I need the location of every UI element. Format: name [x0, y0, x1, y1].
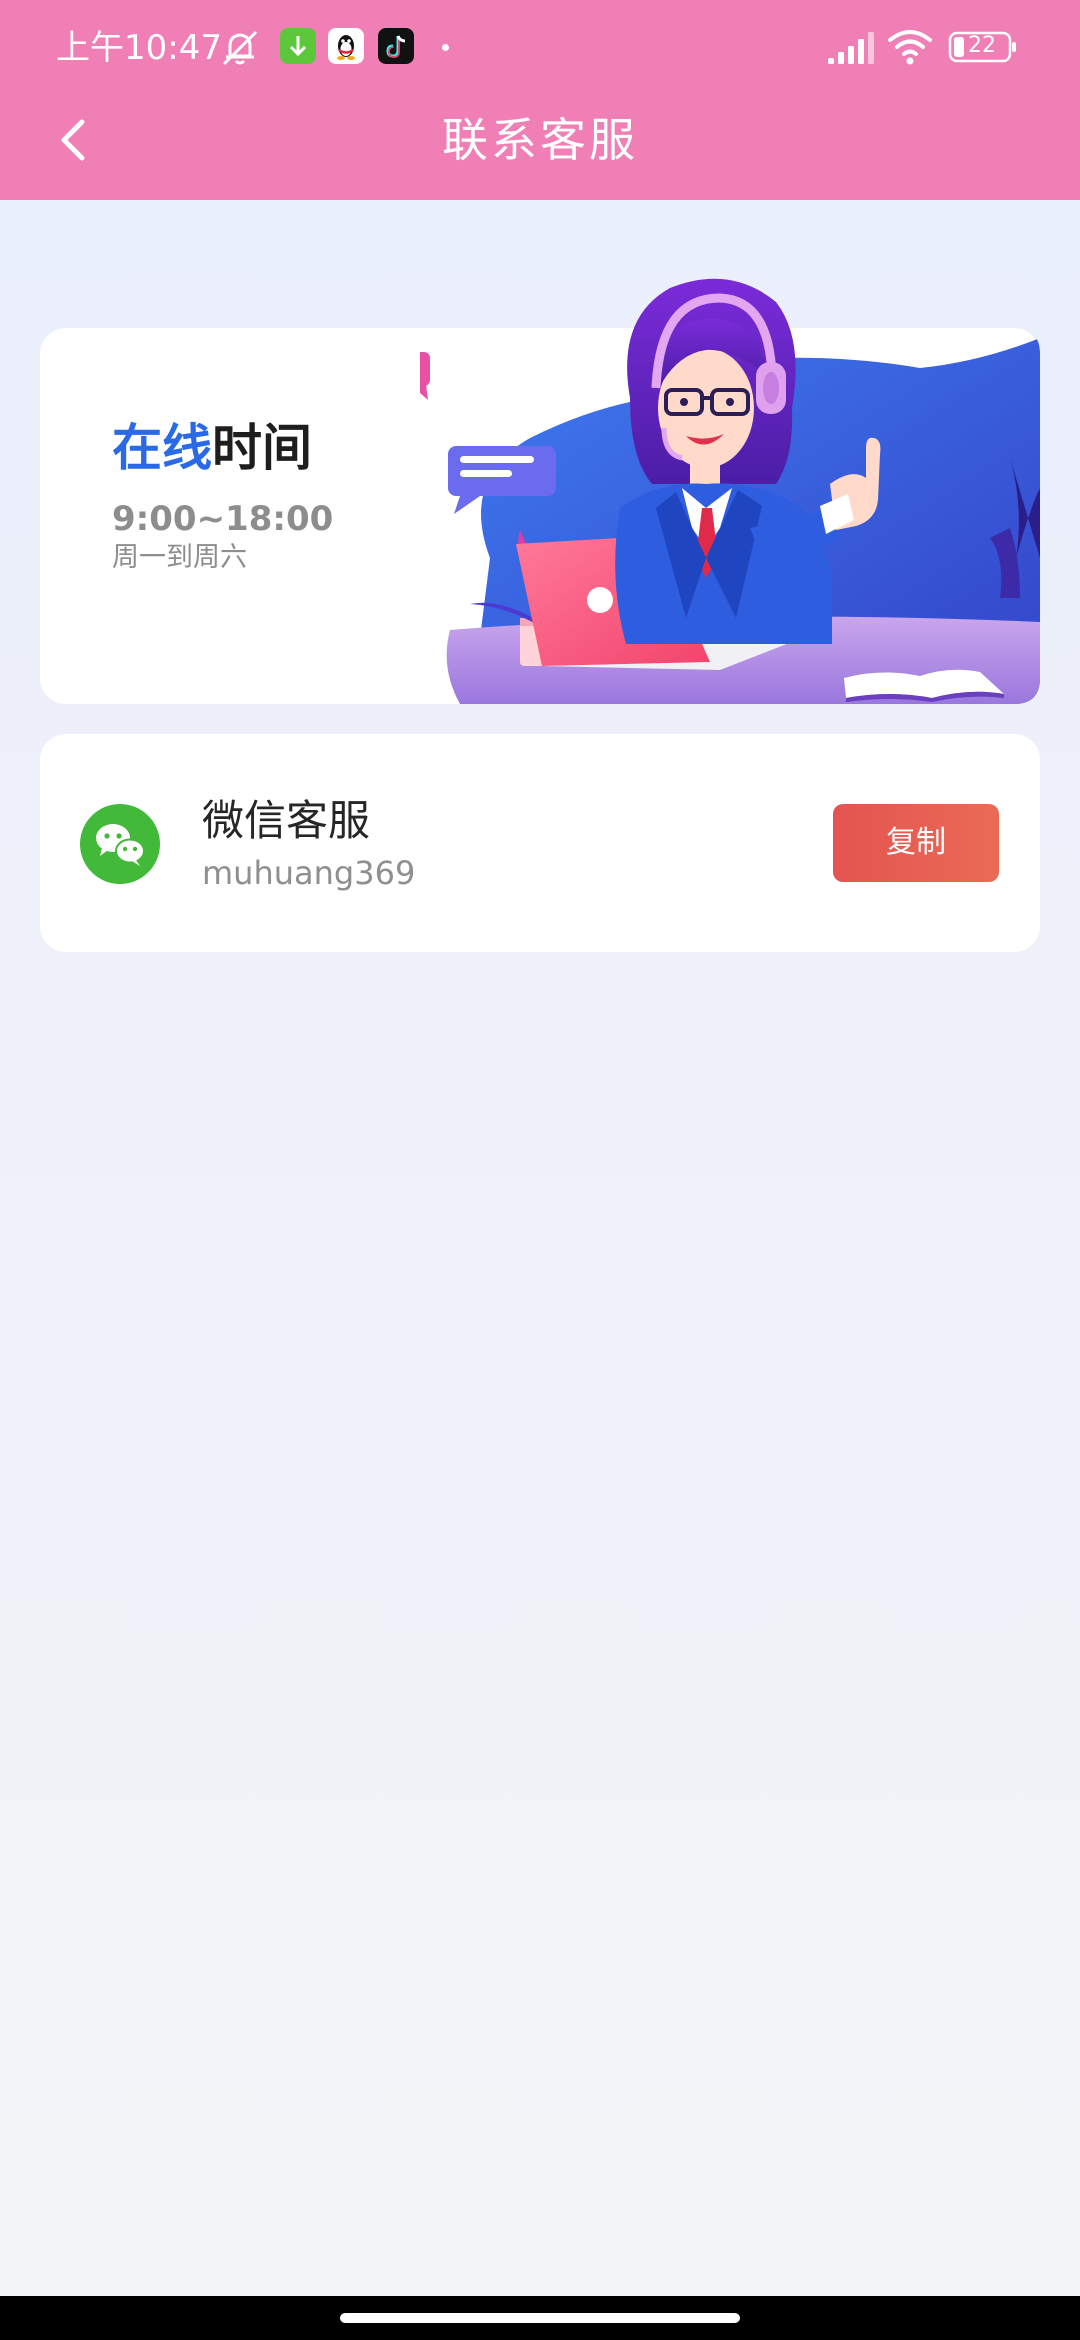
download-app-icon [280, 28, 316, 64]
mute-icon [222, 30, 258, 66]
wechat-icon [80, 804, 160, 884]
wifi-icon [888, 30, 932, 65]
home-indicator[interactable] [340, 2313, 740, 2323]
online-hours-title-highlight: 在线 [112, 419, 212, 477]
online-hours-title-rest: 时间 [212, 419, 312, 477]
page-title: 联系客服 [442, 113, 638, 167]
customer-service-agent-illustration [420, 278, 1040, 704]
more-notifications-dot [442, 44, 449, 51]
online-hours-time: 9:00~18:00 [112, 499, 334, 539]
online-hours-title: 在线时间 [112, 416, 312, 480]
copy-button[interactable]: 复制 [833, 804, 999, 882]
tiktok-app-icon [378, 28, 414, 64]
signal-icon [828, 32, 874, 64]
status-bar: 上午10:47 22 [0, 0, 1080, 96]
online-hours-days: 周一到周六 [112, 542, 247, 573]
qq-app-icon [328, 28, 364, 64]
contact-account: muhuang369 [202, 854, 416, 892]
wechat-contact-card: 微信客服 muhuang369 复制 [40, 734, 1040, 952]
battery-level: 22 [968, 33, 996, 58]
contact-name: 微信客服 [202, 796, 371, 845]
battery-icon: 22 [948, 31, 1018, 63]
status-time: 上午10:47 [56, 28, 222, 68]
online-hours-banner: 在线时间 9:00~18:00 周一到周六 [40, 278, 1040, 704]
app-header: 上午10:47 22 联系客服 [0, 0, 1080, 200]
